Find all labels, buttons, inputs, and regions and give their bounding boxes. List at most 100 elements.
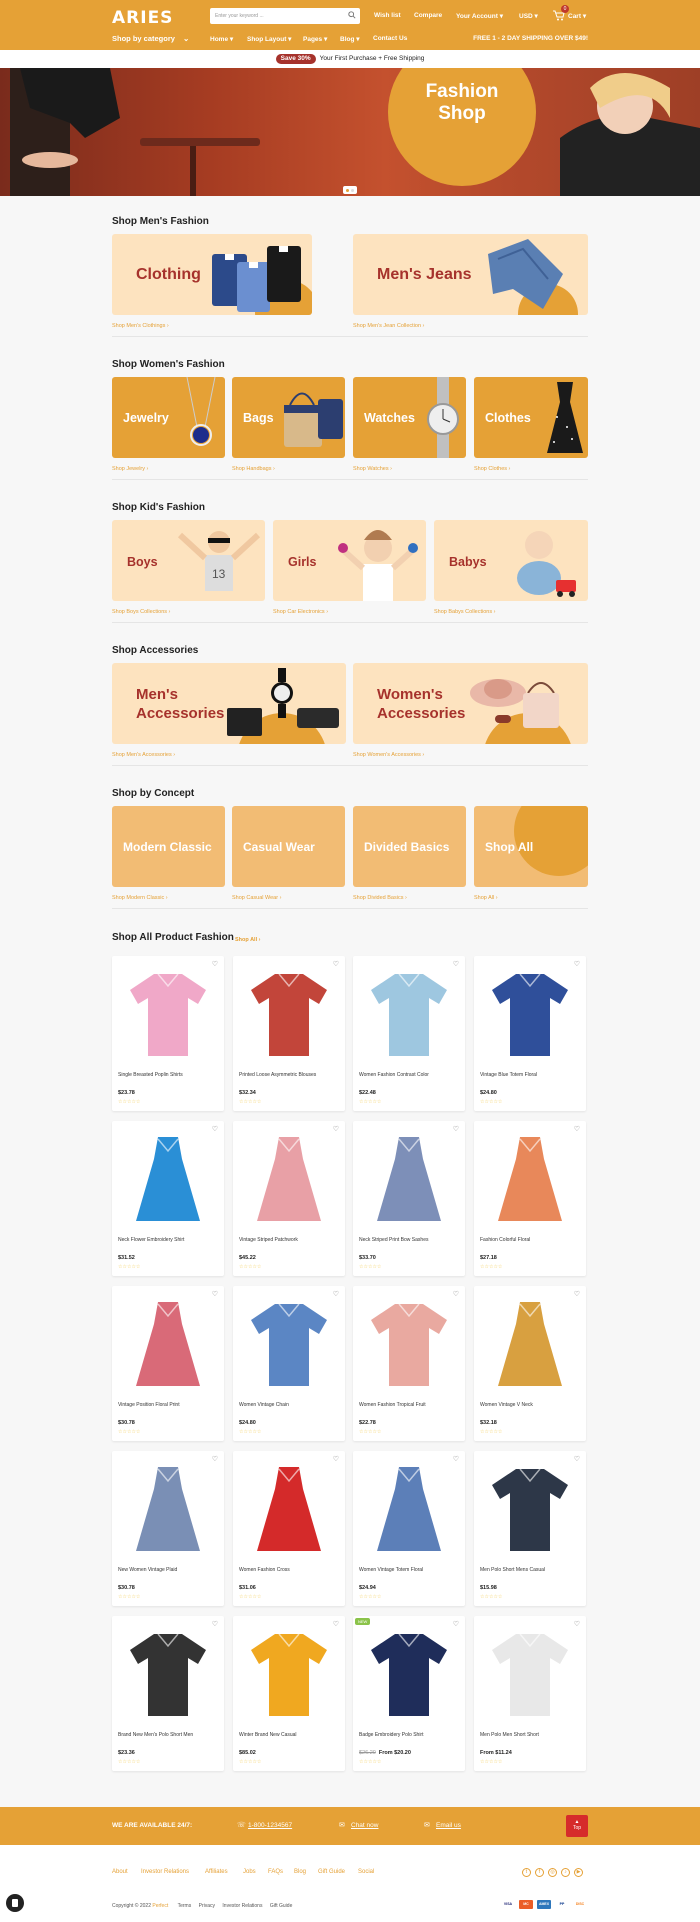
wishlist-heart-icon[interactable]: ♡ bbox=[574, 960, 580, 968]
shop-divided-basics-link[interactable]: Shop Divided Basics › bbox=[353, 895, 407, 901]
product-image[interactable] bbox=[361, 1294, 457, 1394]
product-card[interactable]: ♡ Women Fashion Tropical Fruit $22.78 ☆☆☆☆☆ bbox=[353, 1286, 465, 1441]
email-us-link[interactable]: Email us bbox=[436, 1822, 461, 1829]
product-image[interactable] bbox=[482, 1129, 578, 1229]
wishlist-heart-icon[interactable]: ♡ bbox=[453, 1455, 459, 1463]
product-name[interactable]: Vintage Blue Totem Floral bbox=[480, 1072, 580, 1078]
category-card-mens-jeans[interactable]: Men's Jeans bbox=[353, 234, 588, 315]
shop-clothes-link[interactable]: Shop Clothes › bbox=[474, 466, 510, 472]
product-card[interactable]: ♡ Single Breasted Poplin Shirts $23.78 ☆☆☆☆… bbox=[112, 956, 224, 1111]
nav-home[interactable]: Home ▾ bbox=[210, 35, 233, 43]
account-menu[interactable]: Your Account ▾ bbox=[456, 12, 503, 20]
product-card[interactable]: ♡ Women Vintage V Neck $32.18 ☆☆☆☆☆ bbox=[474, 1286, 586, 1441]
wishlist-heart-icon[interactable]: ♡ bbox=[212, 1620, 218, 1628]
category-card-clothes[interactable]: Clothes bbox=[474, 377, 588, 458]
wishlist-heart-icon[interactable]: ♡ bbox=[574, 1290, 580, 1298]
tiktok-icon[interactable]: ♪ bbox=[561, 1868, 570, 1877]
shop-boys-link[interactable]: Shop Boys Collections › bbox=[112, 609, 170, 615]
shop-casual-wear-link[interactable]: Shop Casual Wear › bbox=[232, 895, 281, 901]
product-name[interactable]: Neck Flower Embroidery Shirt bbox=[118, 1237, 218, 1243]
product-card[interactable]: ♡ Vintage Position Floral Print $30.78 ☆☆☆☆… bbox=[112, 1286, 224, 1441]
wishlist-heart-icon[interactable]: ♡ bbox=[453, 960, 459, 968]
product-card[interactable]: ♡ Women Vintage Chain $24.80 ☆☆☆☆☆ bbox=[233, 1286, 345, 1441]
category-card-womens-accessories[interactable]: Women's Accessories bbox=[353, 663, 588, 744]
product-image[interactable] bbox=[241, 1459, 337, 1559]
hero-banner[interactable]: Fashion Shop bbox=[0, 68, 700, 196]
category-card-watches[interactable]: Watches bbox=[353, 377, 466, 458]
category-card-girls[interactable]: Girls bbox=[273, 520, 426, 601]
product-image[interactable] bbox=[120, 1129, 216, 1229]
product-image[interactable] bbox=[120, 964, 216, 1064]
product-name[interactable]: Vintage Position Floral Print bbox=[118, 1402, 218, 1408]
product-card[interactable]: ♡ Men Polo Men Short Short From $11.24 ☆☆☆☆… bbox=[474, 1616, 586, 1771]
product-card[interactable]: ♡ Brand New Men's Polo Short Men $23.36 ☆☆☆… bbox=[112, 1616, 224, 1771]
nav-pages[interactable]: Pages ▾ bbox=[303, 35, 327, 43]
wishlist-heart-icon[interactable]: ♡ bbox=[453, 1290, 459, 1298]
category-card-boys[interactable]: Boys 13 bbox=[112, 520, 265, 601]
product-name[interactable]: Fashion Colorful Floral bbox=[480, 1237, 580, 1243]
concept-card-shop-all[interactable]: Shop All bbox=[474, 806, 588, 887]
footer-link-social[interactable]: Social bbox=[358, 1869, 374, 1875]
product-image[interactable] bbox=[241, 1129, 337, 1229]
twitter-icon[interactable]: t bbox=[522, 1868, 531, 1877]
shop-handbags-link[interactable]: Shop Handbags › bbox=[232, 466, 275, 472]
product-image[interactable] bbox=[361, 1624, 457, 1724]
wishlist-heart-icon[interactable]: ♡ bbox=[333, 1125, 339, 1133]
search-icon[interactable] bbox=[348, 11, 356, 19]
footer-link-affiliates[interactable]: Affiliates bbox=[205, 1869, 228, 1875]
nav-contact-us[interactable]: Contact Us bbox=[373, 35, 407, 42]
cart-link[interactable]: Cart ▾ bbox=[568, 12, 586, 20]
category-card-clothing[interactable]: Clothing bbox=[112, 234, 312, 315]
product-card[interactable]: ♡ Women Fashion Contrast Color $22.48 ☆☆☆☆☆ bbox=[353, 956, 465, 1111]
product-card[interactable]: ♡ New Women Vintage Plaid $30.78 ☆☆☆☆☆ bbox=[112, 1451, 224, 1606]
brand-link[interactable]: Perfect bbox=[152, 1903, 168, 1909]
product-name[interactable]: New Women Vintage Plaid bbox=[118, 1567, 218, 1573]
wishlist-heart-icon[interactable]: ♡ bbox=[574, 1125, 580, 1133]
footer-link-blog[interactable]: Blog bbox=[294, 1869, 306, 1875]
nav-shop-layout[interactable]: Shop Layout ▾ bbox=[247, 35, 291, 43]
product-image[interactable] bbox=[120, 1294, 216, 1394]
wishlist-heart-icon[interactable]: ♡ bbox=[574, 1455, 580, 1463]
category-card-jewelry[interactable]: Jewelry bbox=[112, 377, 225, 458]
product-image[interactable] bbox=[361, 1129, 457, 1229]
youtube-icon[interactable]: ▶ bbox=[574, 1868, 583, 1877]
facebook-icon[interactable]: f bbox=[535, 1868, 544, 1877]
footer-link-jobs[interactable]: Jobs bbox=[243, 1869, 256, 1875]
slider-dot-active[interactable] bbox=[346, 188, 349, 192]
product-image[interactable] bbox=[241, 1294, 337, 1394]
product-name[interactable]: Women Vintage Totem Floral bbox=[359, 1567, 459, 1573]
product-image[interactable] bbox=[120, 1624, 216, 1724]
product-card[interactable]: ♡ Neck Striped Print Bow Sashes $33.70 ☆☆☆☆… bbox=[353, 1121, 465, 1276]
wishlist-heart-icon[interactable]: ♡ bbox=[212, 1290, 218, 1298]
terms-link[interactable]: Terms bbox=[178, 1903, 192, 1909]
product-card[interactable]: ♡ Women Vintage Totem Floral $24.94 ☆☆☆☆☆ bbox=[353, 1451, 465, 1606]
site-logo[interactable]: ARIES bbox=[112, 8, 173, 28]
phone-link[interactable]: 1-800-1234567 bbox=[248, 1822, 292, 1829]
wishlist-heart-icon[interactable]: ♡ bbox=[453, 1125, 459, 1133]
wishlist-heart-icon[interactable]: ♡ bbox=[453, 1620, 459, 1628]
category-card-bags[interactable]: Bags bbox=[232, 377, 345, 458]
product-card[interactable]: ♡ Women Fashion Cross $31.06 ☆☆☆☆☆ bbox=[233, 1451, 345, 1606]
footer-link-gift-guide[interactable]: Gift Guide bbox=[318, 1869, 345, 1875]
shop-babys-link[interactable]: Shop Babys Collections › bbox=[434, 609, 495, 615]
wishlist-heart-icon[interactable]: ♡ bbox=[212, 1125, 218, 1133]
wishlist-heart-icon[interactable]: ♡ bbox=[333, 960, 339, 968]
nav-blog[interactable]: Blog ▾ bbox=[340, 35, 360, 43]
slider-dots[interactable] bbox=[343, 186, 357, 194]
product-name[interactable]: Women Fashion Tropical Fruit bbox=[359, 1402, 459, 1408]
product-card[interactable]: ♡ Vintage Blue Totem Floral $24.80 ☆☆☆☆☆ bbox=[474, 956, 586, 1111]
product-image[interactable] bbox=[241, 964, 337, 1064]
shopify-icon[interactable] bbox=[6, 1894, 24, 1912]
shop-jewelry-link[interactable]: Shop Jewelry › bbox=[112, 466, 148, 472]
currency-select[interactable]: USD ▾ bbox=[519, 12, 538, 20]
product-image[interactable] bbox=[241, 1624, 337, 1724]
product-image[interactable] bbox=[361, 964, 457, 1064]
product-image[interactable] bbox=[120, 1459, 216, 1559]
concept-card-divided-basics[interactable]: Divided Basics bbox=[353, 806, 466, 887]
slider-dot[interactable] bbox=[351, 188, 354, 192]
product-name[interactable]: Badge Embroidery Polo Shirt bbox=[359, 1732, 459, 1738]
product-card[interactable]: ♡ Fashion Colorful Floral $27.18 ☆☆☆☆☆ bbox=[474, 1121, 586, 1276]
product-name[interactable]: Neck Striped Print Bow Sashes bbox=[359, 1237, 459, 1243]
product-card[interactable]: ♡ Printed Loose Asymmetric Blouses $32.34 ☆… bbox=[233, 956, 345, 1111]
wishlist-heart-icon[interactable]: ♡ bbox=[333, 1455, 339, 1463]
